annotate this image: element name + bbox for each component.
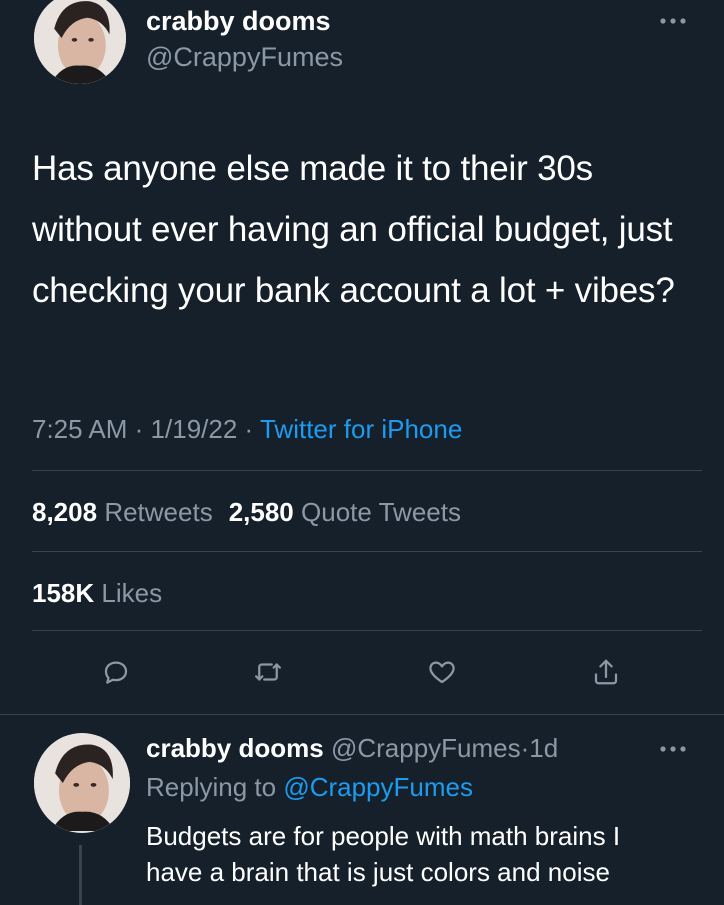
retweets-stat[interactable]: 8,208 Retweets xyxy=(32,497,213,527)
quote-tweets-label: Quote Tweets xyxy=(301,497,461,527)
likes-label: Likes xyxy=(101,578,163,608)
reply-more-horizontal-icon[interactable] xyxy=(659,742,689,756)
tweet-source[interactable]: Twitter for iPhone xyxy=(260,414,462,444)
tweet-meta: 7:25 AM · 1/19/22 · Twitter for iPhone xyxy=(32,414,462,445)
divider xyxy=(32,470,702,471)
likes-stat[interactable]: 158K Likes xyxy=(32,578,162,609)
tweet-time[interactable]: 7:25 AM xyxy=(32,414,127,444)
section-divider xyxy=(0,714,724,715)
reply-icon xyxy=(104,661,128,684)
reply-button[interactable] xyxy=(96,652,136,692)
share-button[interactable] xyxy=(586,652,626,692)
more-horizontal-icon[interactable] xyxy=(659,14,689,28)
reply-text-line: have a brain that is just colors and noi… xyxy=(146,857,610,887)
reply-text: Budgets are for people with math brains … xyxy=(146,818,706,890)
reply-separator: · xyxy=(520,733,530,763)
quote-tweets-count: 2,580 xyxy=(228,497,294,527)
divider xyxy=(32,630,702,631)
reply-header: crabby dooms @CrappyFumes·1d xyxy=(146,733,558,764)
author-name[interactable]: crabby dooms xyxy=(146,6,331,37)
retweet-icon xyxy=(255,663,281,681)
profile-photo-icon xyxy=(34,0,126,84)
meta-separator: · xyxy=(244,414,254,444)
thread-connector-line xyxy=(79,845,82,905)
quote-tweets-stat[interactable]: 2,580 Quote Tweets xyxy=(229,497,461,527)
replying-prefix: Replying to xyxy=(146,772,277,802)
profile-photo-icon xyxy=(34,735,130,831)
heart-icon xyxy=(429,661,455,684)
author-handle[interactable]: @CrappyFumes xyxy=(146,42,343,73)
share-icon xyxy=(594,659,618,685)
reply-author-name[interactable]: crabby dooms xyxy=(146,733,324,763)
reply-age[interactable]: 1d xyxy=(529,733,558,763)
replying-to: Replying to @CrappyFumes xyxy=(146,772,473,803)
divider xyxy=(32,551,702,552)
reply-author-avatar[interactable] xyxy=(34,733,130,833)
reply-author-handle[interactable]: @CrappyFumes xyxy=(331,733,521,763)
retweet-button[interactable] xyxy=(248,652,288,692)
engagement-stats: 8,208 Retweets 2,580 Quote Tweets xyxy=(32,497,461,528)
reply-text-line: Budgets are for people with math brains … xyxy=(146,821,621,851)
retweets-label: Retweets xyxy=(104,497,213,527)
tweet-date[interactable]: 1/19/22 xyxy=(151,414,238,444)
retweets-count: 8,208 xyxy=(32,497,98,527)
tweet-text: Has anyone else made it to their 30s wit… xyxy=(32,149,675,310)
replying-to-handle[interactable]: @CrappyFumes xyxy=(283,772,473,802)
meta-separator: · xyxy=(134,414,144,444)
likes-count: 158K xyxy=(32,578,95,608)
like-button[interactable] xyxy=(422,652,462,692)
author-avatar[interactable] xyxy=(34,0,126,84)
